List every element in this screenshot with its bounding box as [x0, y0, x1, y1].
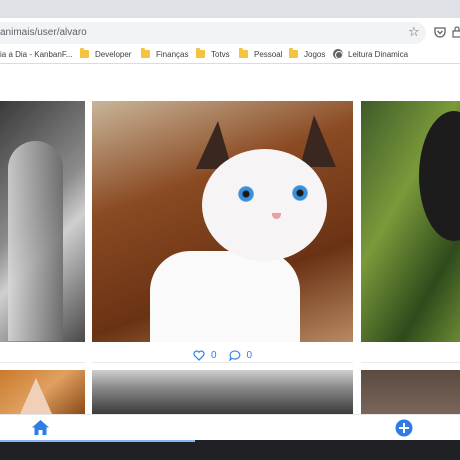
gray-cat-photo[interactable] — [0, 101, 85, 342]
likes-count: 0 — [210, 349, 217, 361]
card-divider — [92, 362, 353, 363]
kitten-body — [150, 251, 300, 342]
pocket-icon[interactable] — [434, 27, 446, 38]
bookmark-financas[interactable]: Finanças — [141, 48, 188, 60]
bookmark-label: Jogos — [304, 49, 326, 59]
bookmark-label: ia a Dia - KanbanF... — [0, 49, 73, 59]
kitten-eye-left — [238, 186, 254, 202]
bottom-nav — [0, 414, 460, 440]
folder-icon — [141, 48, 150, 58]
black-cat-shape — [419, 111, 460, 241]
globe-icon — [333, 49, 343, 59]
kitten-eye-right — [292, 185, 308, 201]
orange-cat-photo[interactable] — [0, 370, 85, 414]
taskbar-indicator — [0, 440, 195, 442]
home-icon[interactable] — [31, 419, 50, 436]
lock-extension-icon[interactable] — [452, 26, 460, 38]
browser-tab-strip — [0, 0, 460, 18]
bookmark-leitura-dinamica[interactable]: Leitura Dinamica — [333, 48, 408, 60]
bookmark-star-icon[interactable]: ☆ — [408, 24, 420, 40]
kitten-ear-right — [300, 115, 336, 167]
folder-icon — [196, 48, 205, 58]
white-kitten-photo[interactable] — [92, 101, 353, 342]
brown-photo[interactable] — [361, 370, 460, 414]
bookmark-pessoal[interactable]: Pessoal — [239, 48, 282, 60]
bookmarks-bar: ia a Dia - KanbanF... Developer Finanças… — [0, 44, 460, 64]
black-cat-photo[interactable] — [361, 101, 460, 342]
bookmark-label: Pessoal — [254, 49, 283, 59]
card-divider — [361, 362, 460, 363]
bookmark-label: Totvs — [211, 49, 230, 59]
bookmark-totvs[interactable]: Totvs — [196, 48, 230, 60]
folder-icon — [289, 48, 298, 58]
bookmark-kanban[interactable]: ia a Dia - KanbanF... — [0, 48, 72, 60]
plus-circle-icon[interactable] — [395, 419, 413, 437]
card-divider — [0, 362, 85, 363]
comments-count: 0 — [246, 349, 253, 361]
bookmark-label: Finanças — [156, 49, 189, 59]
comment-icon[interactable] — [228, 349, 241, 361]
os-taskbar — [0, 440, 460, 460]
fur-photo[interactable] — [92, 370, 353, 414]
bookmark-jogos[interactable]: Jogos — [289, 48, 325, 60]
bookmark-label: Developer — [95, 49, 132, 59]
address-bar[interactable]: animais/user/alvaro — [0, 22, 426, 44]
folder-icon — [80, 48, 89, 58]
bookmark-label: Leitura Dinamica — [348, 49, 409, 59]
url-text: animais/user/alvaro — [0, 27, 87, 38]
kitten-head — [202, 149, 327, 261]
heart-icon[interactable] — [193, 349, 205, 361]
folder-icon — [239, 48, 248, 58]
bookmark-developer[interactable]: Developer — [80, 48, 131, 60]
